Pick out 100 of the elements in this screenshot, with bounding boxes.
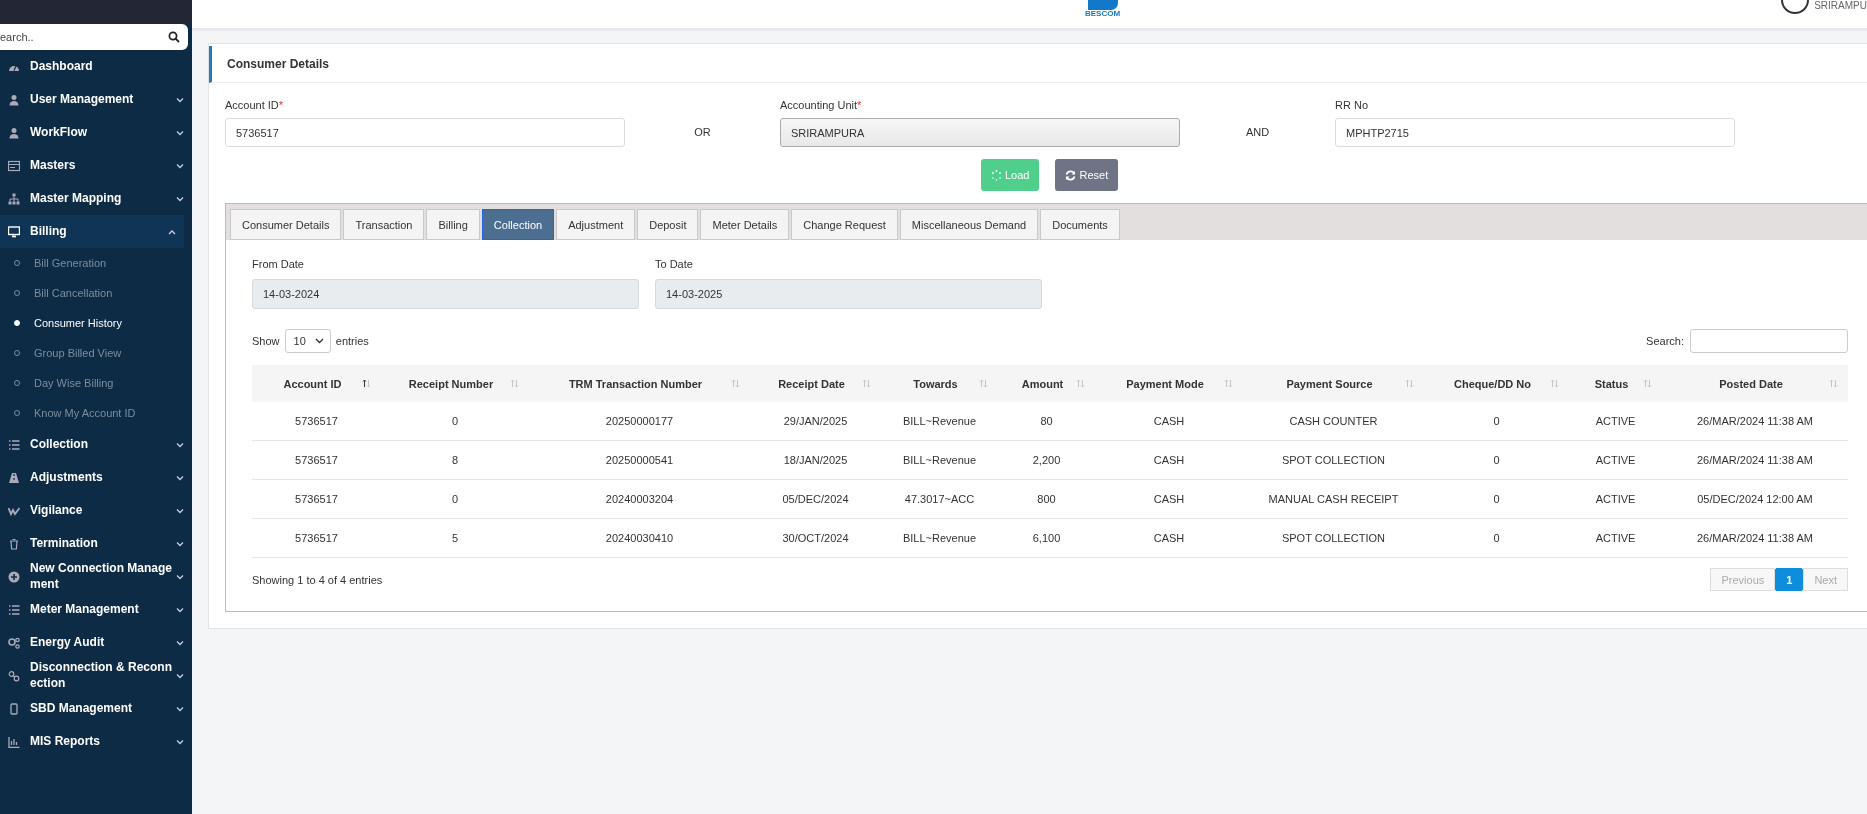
submenu-item[interactable]: Know My Account ID: [0, 398, 192, 428]
submenu-item[interactable]: Day Wise Billing: [0, 368, 192, 398]
table-cell: 0: [381, 479, 529, 519]
column-header[interactable]: TRM Transaction Number: [529, 365, 750, 402]
column-header[interactable]: Payment Source: [1243, 365, 1424, 402]
table-cell: 0: [1424, 518, 1569, 558]
tab[interactable]: Transaction: [343, 209, 425, 240]
sidebar-item[interactable]: Termination: [0, 527, 192, 560]
search-field[interactable]: [1690, 329, 1848, 353]
spinner-icon: [991, 169, 1002, 181]
link-icon: [8, 669, 20, 682]
table-info: Showing 1 to 4 of 4 entries: [252, 573, 383, 586]
field-label: Account ID*: [225, 99, 285, 111]
tab[interactable]: Collection: [481, 209, 555, 240]
bar-chart-icon: [8, 735, 20, 748]
entries-select[interactable]: 10: [284, 329, 331, 353]
field-label: From Date: [252, 258, 305, 270]
date-field[interactable]: 14-03-2025: [655, 279, 1042, 309]
field-label: Accounting Unit*: [780, 99, 863, 111]
column-header[interactable]: Receipt Number: [381, 365, 529, 402]
sidebar-item[interactable]: User Management: [0, 83, 192, 116]
chevron-icon: [176, 573, 184, 580]
card-icon: [8, 159, 20, 172]
chevron-icon: [168, 228, 176, 235]
tab[interactable]: Documents: [1040, 209, 1120, 240]
date-field[interactable]: 14-03-2024: [252, 279, 639, 309]
table-cell: 05/DEC/2024 12:00 AM: [1662, 479, 1848, 519]
table-cell: 0: [1424, 402, 1569, 441]
sidebar-item[interactable]: Collection: [0, 428, 192, 461]
column-header[interactable]: Receipt Date: [750, 365, 881, 402]
sidebar-item[interactable]: Billing: [0, 215, 184, 248]
table-cell: 26/MAR/2024 11:38 AM: [1662, 518, 1848, 558]
sidebar-item[interactable]: Adjustments: [0, 461, 192, 494]
sidebar-item[interactable]: Masters: [0, 149, 192, 182]
sidebar-item[interactable]: Dashboard: [0, 50, 192, 83]
chevron-icon: [176, 195, 184, 202]
table-cell: 0: [381, 402, 529, 441]
reset-button[interactable]: Reset: [1055, 159, 1119, 191]
tab[interactable]: Adjustment: [556, 209, 636, 240]
pagination-button[interactable]: 1: [1775, 568, 1804, 591]
sidebar-item[interactable]: Master Mapping: [0, 182, 192, 215]
card-title: Consumer Details: [209, 46, 1867, 83]
tab[interactable]: Change Request: [791, 209, 898, 240]
tab[interactable]: Billing: [426, 209, 480, 240]
sidebar-item[interactable]: Energy Audit: [0, 626, 192, 659]
chevron-icon: [176, 129, 184, 136]
chevron-icon: [176, 705, 184, 712]
column-header[interactable]: Amount: [998, 365, 1095, 402]
table-cell: CASH: [1095, 440, 1243, 480]
tab[interactable]: Deposit: [637, 209, 699, 240]
column-header[interactable]: Cheque/DD No: [1424, 365, 1569, 402]
select-field[interactable]: SRIRAMPURA: [780, 118, 1180, 147]
sidebar-item[interactable]: WorkFlow: [0, 116, 192, 149]
input-field[interactable]: MPHTP2715: [1335, 118, 1735, 147]
table-cell: 800: [998, 479, 1095, 519]
trash-icon: [8, 537, 20, 550]
column-header[interactable]: Status: [1569, 365, 1662, 402]
table-cell: 20250000541: [529, 440, 750, 480]
tab[interactable]: Consumer Details: [230, 209, 342, 240]
column-header[interactable]: Payment Mode: [1095, 365, 1243, 402]
table-cell: MANUAL CASH RECEIPT: [1243, 479, 1424, 519]
sidebar-item[interactable]: New Connection Management: [0, 560, 192, 593]
chevron-icon: [176, 474, 184, 481]
avatar-icon[interactable]: [1780, 0, 1811, 14]
sidebar-item[interactable]: Disconnection & Reconnection: [0, 659, 192, 692]
table-cell: BILL~Revenue: [881, 402, 998, 441]
table-cell: 26/MAR/2024 11:38 AM: [1662, 402, 1848, 441]
table-cell: BILL~Revenue: [881, 518, 998, 558]
tab[interactable]: Miscellaneous Demand: [899, 209, 1039, 240]
joiner-text: OR: [693, 125, 712, 140]
chevron-icon: [176, 606, 184, 613]
table-cell: 05/DEC/2024: [750, 479, 881, 519]
sidebar-item[interactable]: Vigilance: [0, 494, 192, 527]
tab[interactable]: Meter Details: [700, 209, 790, 240]
input-field[interactable]: 5736517: [225, 118, 625, 147]
column-header[interactable]: Posted Date: [1662, 365, 1848, 402]
person-icon: [8, 126, 20, 139]
field-label: RR No: [1335, 99, 1369, 111]
phone-icon: [8, 702, 20, 715]
table-cell: 20240003204: [529, 479, 750, 519]
sidebar-item[interactable]: SBD Management: [0, 692, 192, 725]
sidebar-item[interactable]: MIS Reports: [0, 725, 192, 758]
column-header[interactable]: Towards: [881, 365, 998, 402]
logo-icon: [1087, 0, 1118, 10]
submenu-item[interactable]: Bill Generation: [0, 248, 192, 278]
chevron-icon: [176, 738, 184, 745]
list-icon: [8, 603, 20, 616]
gears-icon: [8, 636, 20, 649]
submenu-item[interactable]: Consumer History: [0, 308, 192, 338]
submenu-item[interactable]: Group Billed View: [0, 338, 192, 368]
table-cell: CASH: [1095, 479, 1243, 519]
column-header[interactable]: Account ID: [252, 365, 381, 402]
search-field[interactable]: earch..: [0, 24, 188, 50]
sidebar-item[interactable]: Meter Management: [0, 593, 192, 626]
table-cell: 0: [1424, 440, 1569, 480]
table-cell: 5736517: [252, 402, 381, 441]
table-cell: 29/JAN/2025: [750, 402, 881, 441]
submenu-item[interactable]: Bill Cancellation: [0, 278, 192, 308]
search-icon: [168, 31, 180, 43]
chevron-icon: [314, 338, 324, 344]
